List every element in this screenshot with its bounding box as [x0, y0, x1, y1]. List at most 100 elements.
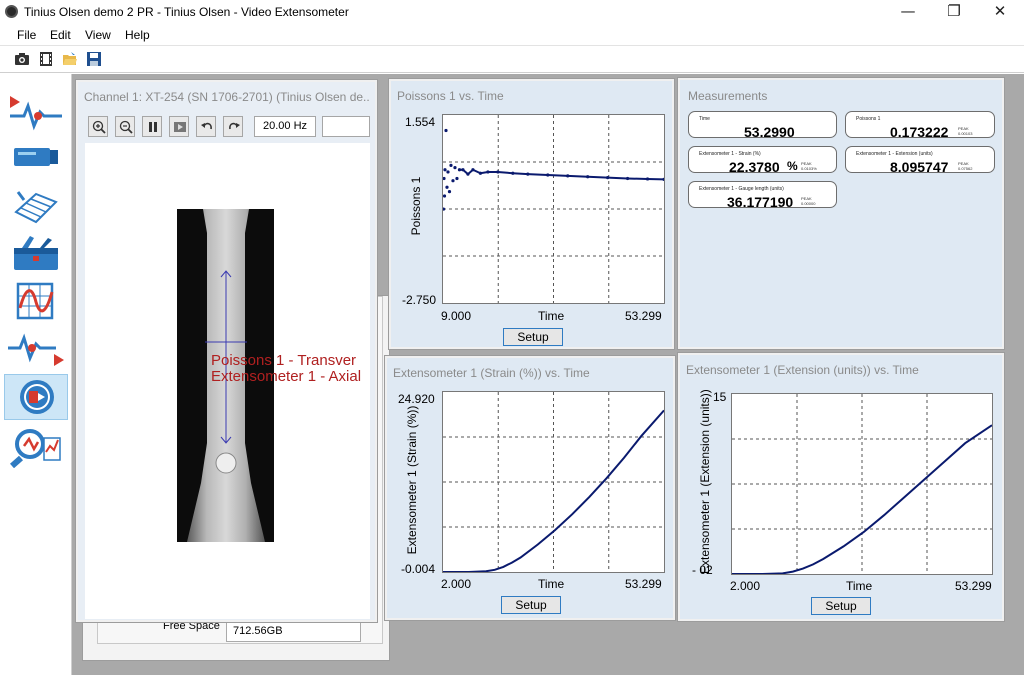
- video-viewport[interactable]: Poissons 1 - Transver Extensometer 1 - A…: [85, 143, 370, 619]
- y-max-tick: 15: [713, 390, 727, 404]
- frequency-field[interactable]: 20.00 Hz: [254, 116, 316, 137]
- zoom-out-button[interactable]: [115, 116, 135, 137]
- rail-signal-play-button[interactable]: [4, 86, 68, 132]
- data-point: [443, 168, 447, 172]
- film-icon[interactable]: [38, 51, 54, 67]
- measurement-label: Extensometer 1 - Strain (%): [699, 151, 761, 157]
- undo-icon: [201, 122, 212, 130]
- zoom-in-icon: [92, 120, 106, 134]
- pause-button[interactable]: [142, 116, 162, 137]
- window-title: Tinius Olsen demo 2 PR - Tinius Olsen - …: [24, 5, 349, 19]
- chart-panel-extension: Extensometer 1 (Extension (units)) vs. T…: [677, 352, 1005, 622]
- free-space-field: 712.56GB: [226, 620, 361, 642]
- measurement-time: Time 53.2990: [688, 111, 837, 140]
- camera-icon[interactable]: [14, 51, 30, 67]
- measurement-extension: Extensometer 1 - Extension (units) 8.095…: [845, 146, 995, 175]
- setup-button[interactable]: Setup: [503, 328, 563, 346]
- rail-wave-chart-button[interactable]: [4, 278, 68, 324]
- x-max-tick: 53.299: [625, 309, 662, 323]
- maximize-button[interactable]: ❐: [931, 0, 977, 24]
- redo-button[interactable]: [223, 116, 243, 137]
- y-axis-label: Extensometer 1 (Strain (%)): [405, 405, 419, 555]
- plot-area[interactable]: [441, 114, 666, 304]
- data-point: [455, 176, 459, 181]
- x-max-tick: 53.299: [955, 579, 992, 593]
- undo-button[interactable]: [196, 116, 216, 137]
- pause-icon: [149, 122, 157, 132]
- title-bar: Tinius Olsen demo 2 PR - Tinius Olsen - …: [0, 0, 1024, 24]
- save-icon[interactable]: [86, 51, 102, 67]
- overlay-label-axial: Extensometer 1 - Axial: [211, 368, 362, 385]
- menu-view[interactable]: View: [85, 28, 111, 42]
- rail-video-record-button[interactable]: [4, 374, 68, 420]
- data-point: [449, 163, 453, 168]
- menu-help[interactable]: Help: [125, 28, 150, 42]
- setup-button[interactable]: Setup: [501, 596, 561, 614]
- measurement-value: 22.3780: [729, 159, 780, 175]
- measurement-poissons: Poissons 1 0.173222 PEAK 0.00103: [845, 111, 995, 140]
- x-min-tick: 9.000: [441, 309, 472, 323]
- y-min-tick: -2.750: [402, 293, 437, 307]
- measurement-unit: %: [787, 159, 798, 173]
- chart-title: Extensometer 1 (Extension (units)) vs. T…: [686, 363, 919, 377]
- extensometer-device-icon: [14, 148, 58, 166]
- chart-title: Extensometer 1 (Strain (%)) vs. Time: [393, 366, 590, 380]
- x-min-tick: 2.000: [441, 577, 472, 591]
- app-logo-icon: [5, 5, 18, 18]
- measurement-label: Extensometer 1 - Extension (units): [856, 151, 933, 157]
- rail-calibration-button[interactable]: [4, 182, 68, 228]
- menu-file[interactable]: File: [17, 28, 36, 42]
- open-folder-icon[interactable]: [62, 51, 78, 67]
- data-point: [446, 170, 450, 174]
- measurement-peak-value: 0.07562: [958, 166, 973, 171]
- measurement-label: Poissons 1: [856, 116, 881, 122]
- rail-analysis-button[interactable]: [4, 422, 68, 469]
- chart-title: Poissons 1 vs. Time: [397, 89, 504, 103]
- measurement-peak-value: 0.0103%: [801, 166, 817, 171]
- plot-area[interactable]: [731, 393, 993, 575]
- measurement-label: Extensometer 1 - Gauge length (units): [699, 186, 784, 192]
- play-button[interactable]: [169, 116, 189, 137]
- zoom-out-icon: [119, 120, 133, 134]
- data-point: [442, 194, 447, 198]
- menu-edit[interactable]: Edit: [50, 28, 71, 42]
- data-point: [451, 179, 455, 183]
- measurements-title: Measurements: [688, 89, 768, 103]
- x-max-tick: 53.299: [625, 577, 662, 591]
- play-icon: [174, 122, 186, 132]
- rail-signal-record-button[interactable]: [4, 326, 68, 372]
- measurement-value: 53.2990: [744, 124, 795, 140]
- chart-panel-poissons: Poissons 1 vs. Time 1.554 -2.750 Poisson…: [388, 78, 675, 350]
- toolbar: [0, 47, 1024, 73]
- y-axis-label: Extensometer 1 (Extension (units)): [698, 389, 712, 574]
- measurement-peak-value: 0.00103: [958, 131, 973, 136]
- setup-button[interactable]: Setup: [811, 597, 871, 615]
- x-min-tick: 2.000: [730, 579, 761, 593]
- data-point: [445, 185, 449, 189]
- zoom-in-button[interactable]: [88, 116, 108, 137]
- measurement-peak-value: 0.00000: [801, 201, 816, 206]
- overlay-label-transverse: Poissons 1 - Transver: [211, 352, 357, 369]
- data-point: [442, 176, 446, 181]
- minimize-button[interactable]: —: [885, 0, 931, 24]
- measurement-strain: Extensometer 1 - Strain (%) 22.3780 % PE…: [688, 146, 837, 175]
- series-trend-line: [459, 168, 665, 181]
- close-button[interactable]: ✕: [977, 0, 1023, 24]
- data-point: [453, 165, 457, 170]
- wave-chart-icon: [16, 282, 54, 320]
- rail-extensometer-button[interactable]: [4, 134, 68, 180]
- calibration-grid-icon: [14, 191, 58, 224]
- signal-record-icon: [8, 333, 64, 366]
- y-min-tick: -0.004: [401, 562, 436, 576]
- data-point: [447, 190, 452, 194]
- analysis-magnifier-icon: [10, 429, 61, 469]
- measurement-value: 8.095747: [890, 159, 949, 175]
- video-status-field[interactable]: [322, 116, 370, 137]
- plot-area[interactable]: [442, 391, 665, 573]
- data-point: [444, 128, 448, 133]
- rail-toolbox-button[interactable]: [4, 230, 68, 276]
- y-axis-label: Poissons 1: [409, 176, 423, 236]
- x-axis-label: Time: [538, 309, 565, 323]
- signal-play-icon: [10, 96, 62, 131]
- video-panel-title: Channel 1: XT-254 (SN 1706-2701) (Tinius…: [84, 90, 369, 104]
